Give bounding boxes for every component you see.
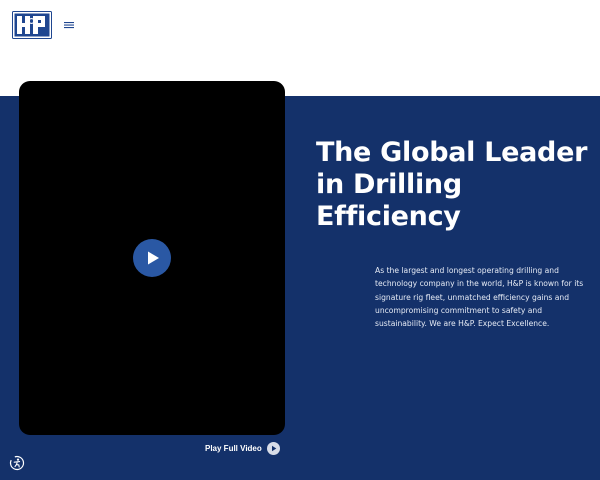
hero-description: As the largest and longest operating dri… [375,264,590,330]
hero-headline-line: Efficiency [316,201,461,232]
hero-headline: The Global Leader in Drilling Efficiency [316,137,596,233]
play-full-video-link[interactable]: Play Full Video [205,441,280,456]
hero-description-line: As the largest and longest operating dri… [375,266,559,275]
company-logo-icon [12,11,52,39]
company-logo[interactable] [12,11,52,39]
play-icon [148,251,159,265]
hero-headline-line: in Drilling [316,169,462,200]
hero-headline-line: The Global Leader [316,137,588,168]
play-circle-icon [266,442,280,455]
accessibility-button[interactable] [9,455,25,471]
accessibility-icon [9,455,25,471]
hamburger-menu-icon [64,22,74,29]
video-play-button[interactable] [133,239,171,277]
hero-description-line: technology company in the world, H&P is … [375,279,584,289]
hero-description-line: sustainability. We are H&P. Expect Excel… [375,319,550,329]
play-full-video-label: Play Full Video [205,443,262,453]
hamburger-menu-button[interactable] [62,18,76,32]
hero-description-line: uncompromising commitment to safety and [375,305,543,315]
hero-description-line: signature rig fleet, unmatched efficienc… [375,292,570,302]
